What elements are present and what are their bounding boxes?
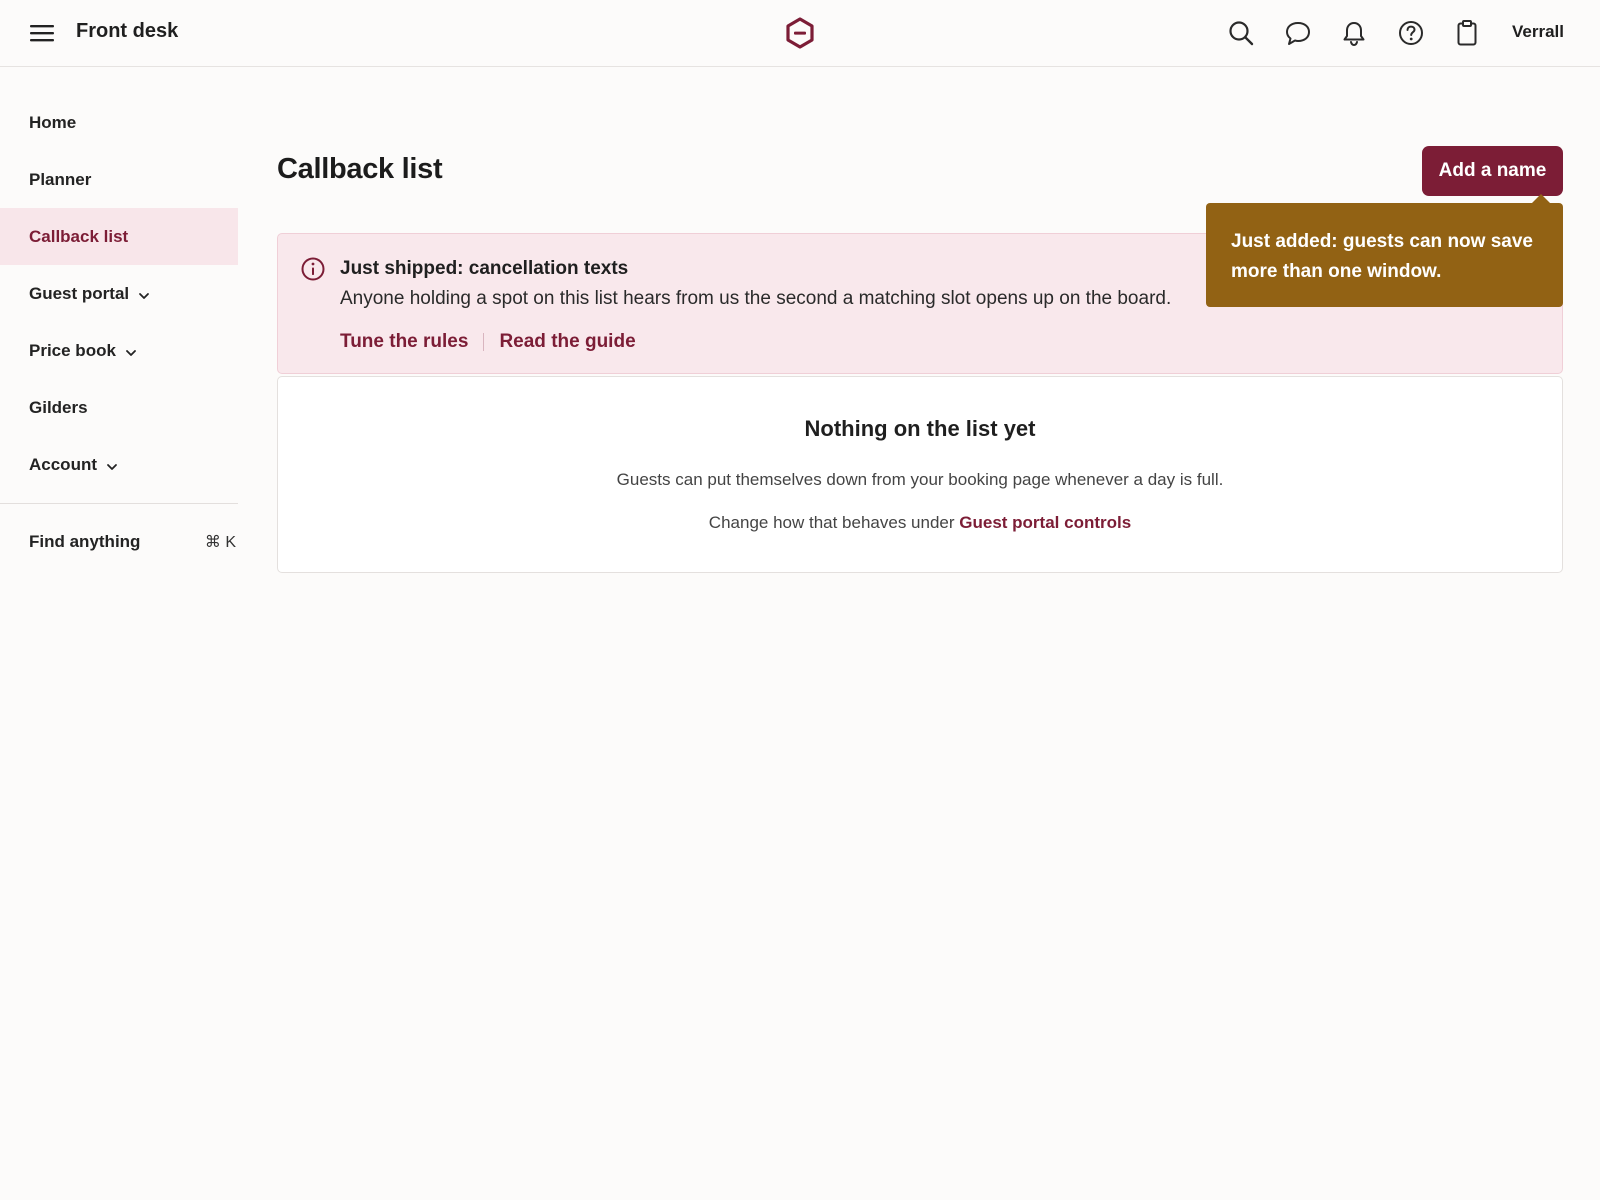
sidebar-item-account[interactable]: Account — [0, 436, 238, 493]
banner-body: Anyone holding a spot on this list hears… — [340, 288, 1172, 309]
clipboard-icon[interactable] — [1452, 18, 1482, 48]
chevron-down-icon — [124, 345, 138, 359]
search-icon[interactable] — [1226, 18, 1256, 48]
keyboard-shortcut: ⌘ K — [204, 534, 236, 551]
chat-icon[interactable] — [1283, 18, 1313, 48]
sidebar-item-label: Account — [29, 454, 97, 474]
chevron-down-icon — [105, 459, 119, 473]
sidebar-item-callback-list[interactable]: Callback list — [0, 208, 238, 265]
empty-state-title: Nothing on the list yet — [804, 416, 1036, 441]
banner-title: Just shipped: cancellation texts — [340, 258, 629, 279]
app-title: Front desk — [76, 20, 179, 42]
guest-portal-controls-link[interactable]: Guest portal controls — [959, 513, 1131, 532]
sidebar-item-label: Home — [29, 112, 77, 132]
sidebar-item-label: Gilders — [29, 397, 88, 417]
read-guide-link[interactable]: Read the guide — [499, 331, 635, 353]
chevron-down-icon — [137, 288, 151, 302]
tooltip-text: Just added: guests can now save more tha… — [1231, 231, 1533, 282]
sidebar-item-label: Price book — [29, 340, 116, 360]
feature-tooltip: Just added: guests can now save more tha… — [1206, 194, 1563, 307]
sidebar-item-label: Guest portal — [29, 283, 130, 303]
help-icon[interactable] — [1396, 18, 1426, 48]
link-separator — [483, 333, 485, 351]
menu-icon[interactable] — [28, 20, 58, 46]
logo-icon[interactable] — [784, 16, 816, 50]
info-icon — [300, 256, 326, 282]
bell-icon[interactable] — [1339, 18, 1369, 48]
sidebar-item-guest-portal[interactable]: Guest portal — [0, 265, 238, 322]
sidebar-item-label: Callback list — [29, 226, 129, 246]
find-anything-button[interactable]: Find anything ⌘ K — [0, 504, 238, 580]
sidebar-item-planner[interactable]: Planner — [0, 151, 238, 208]
find-anything-label: Find anything — [29, 532, 141, 551]
empty-state-hint: Change how that behaves under Guest port… — [278, 513, 1562, 533]
page-title: Callback list — [277, 153, 443, 185]
sidebar-item-gilders[interactable]: Gilders — [0, 379, 238, 436]
sidebar: Home Planner Callback list Guest portal … — [0, 67, 238, 580]
tooltip-arrow — [1531, 194, 1551, 204]
sidebar-item-price-book[interactable]: Price book — [0, 322, 238, 379]
empty-state-card: Nothing on the list yet Guests can put t… — [277, 376, 1563, 573]
banner-links: Tune the rules Read the guide — [340, 331, 636, 353]
sidebar-item-label: Planner — [29, 169, 92, 189]
sidebar-item-home[interactable]: Home — [0, 94, 238, 151]
user-menu[interactable]: Verrall — [1512, 22, 1564, 42]
tune-rules-link[interactable]: Tune the rules — [340, 331, 468, 353]
empty-state-body: Guests can put themselves down from your… — [616, 470, 1224, 489]
add-name-button[interactable]: Add a name — [1422, 146, 1563, 196]
top-bar: Front desk Verrall — [0, 0, 1600, 67]
empty-state-hint-prefix: Change how that behaves under — [708, 513, 960, 532]
